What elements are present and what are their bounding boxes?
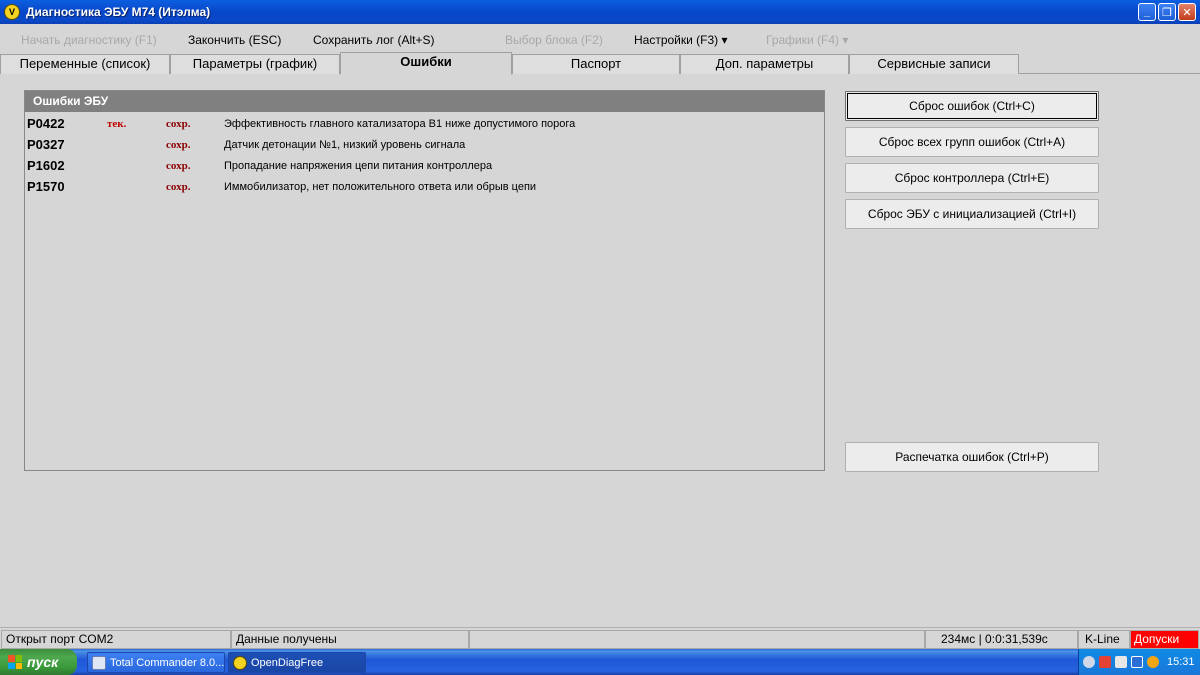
minimize-button[interactable]: _ (1138, 3, 1156, 21)
error-row[interactable]: P0327 сохр. Датчик детонации №1, низкий … (25, 134, 824, 155)
menu-graphs[interactable]: Графики (F4) ▾ (766, 33, 848, 47)
error-code: P1602 (27, 158, 65, 173)
title-bar: V Диагностика ЭБУ М74 (Итэлма) _ ❐ ✕ (0, 0, 1200, 24)
update-icon[interactable] (1147, 656, 1159, 668)
reset-errors-button[interactable]: Сброс ошибок (Ctrl+C) (845, 91, 1099, 121)
menu-finish[interactable]: Закончить (ESC) (188, 33, 281, 47)
windows-logo-icon (8, 655, 22, 669)
status-data: Данные получены (231, 630, 469, 649)
start-label: пуск (27, 654, 59, 670)
error-row[interactable]: P1602 сохр. Пропадание напряжения цепи п… (25, 155, 824, 176)
error-code: P1570 (27, 179, 65, 194)
app-icon: V (4, 4, 20, 20)
menu-select-block[interactable]: Выбор блока (F2) (505, 33, 603, 47)
error-saved-flag: сохр. (166, 181, 191, 193)
taskbar: пуск Total Commander 8.0... OpenDiagFree… (0, 649, 1200, 675)
window-controls: _ ❐ ✕ (1138, 3, 1196, 21)
reset-ecu-init-button[interactable]: Сброс ЭБУ с инициализацией (Ctrl+I) (845, 199, 1099, 229)
tab-variables-list[interactable]: Переменные (список) (0, 54, 170, 74)
error-saved-flag: сохр. (166, 139, 191, 151)
tab-errors[interactable]: Ошибки (340, 52, 512, 75)
errors-panel: Ошибки ЭБУ P0422 тек. сохр. Эффективност… (24, 90, 825, 471)
tab-service-records[interactable]: Сервисные записи (849, 54, 1019, 74)
error-description: Пропадание напряжения цепи питания контр… (224, 160, 493, 172)
status-interface: K-Line (1078, 630, 1130, 649)
tab-extra-parameters[interactable]: Доп. параметры (680, 54, 849, 74)
menu-save-log[interactable]: Сохранить лог (Alt+S) (313, 33, 435, 47)
status-bar: Открыт порт COM2 Данные получены 234мс |… (0, 627, 1200, 649)
taskbar-item-label: Total Commander 8.0... (110, 656, 225, 669)
error-saved-flag: сохр. (166, 160, 191, 172)
error-saved-flag: сохр. (166, 118, 191, 130)
close-button[interactable]: ✕ (1178, 3, 1196, 21)
reset-all-groups-button[interactable]: Сброс всех групп ошибок (Ctrl+A) (845, 127, 1099, 157)
error-code: P0422 (27, 116, 65, 131)
print-errors-button[interactable]: Распечатка ошибок (Ctrl+P) (845, 442, 1099, 472)
status-tolerances[interactable]: Допуски (1130, 630, 1199, 649)
expand-tray-icon[interactable] (1083, 656, 1095, 668)
taskbar-item-label: OpenDiagFree (251, 656, 324, 669)
status-port: Открыт порт COM2 (1, 630, 231, 649)
start-button[interactable]: пуск (0, 649, 77, 675)
error-description: Датчик детонации №1, низкий уровень сигн… (224, 139, 466, 151)
tab-strip: Переменные (список) Параметры (график) О… (0, 52, 1200, 75)
menu-start-diagnostics[interactable]: Начать диагностику (F1) (21, 33, 157, 47)
tab-parameters-graph[interactable]: Параметры (график) (170, 54, 340, 74)
error-description: Эффективность главного катализатора В1 н… (224, 118, 576, 130)
battery-icon[interactable] (1115, 656, 1127, 668)
errors-panel-title: Ошибки ЭБУ (25, 91, 824, 112)
opendiag-icon (233, 655, 247, 670)
status-empty (469, 630, 925, 649)
menu-bar: Начать диагностику (F1) Закончить (ESC) … (0, 24, 1200, 52)
clock[interactable]: 15:31 (1167, 656, 1195, 668)
window-title: Диагностика ЭБУ М74 (Итэлма) (26, 5, 211, 19)
taskbar-item-total-commander[interactable]: Total Commander 8.0... (87, 652, 225, 673)
taskbar-item-opendiag[interactable]: OpenDiagFree (228, 652, 366, 673)
tab-passport[interactable]: Паспорт (512, 54, 680, 74)
system-tray: 15:31 (1078, 649, 1200, 675)
total-commander-icon (92, 655, 106, 670)
security-icon[interactable] (1131, 656, 1143, 668)
error-description: Иммобилизатор, нет положительного ответа… (224, 181, 537, 193)
menu-settings[interactable]: Настройки (F3) ▾ (634, 33, 728, 47)
network-icon[interactable] (1099, 656, 1111, 668)
error-row[interactable]: P0422 тек. сохр. Эффективность главного … (25, 113, 824, 134)
error-row[interactable]: P1570 сохр. Иммобилизатор, нет положител… (25, 176, 824, 197)
error-current-flag: тек. (107, 118, 127, 130)
reset-controller-button[interactable]: Сброс контроллера (Ctrl+E) (845, 163, 1099, 193)
restore-button[interactable]: ❐ (1158, 3, 1176, 21)
status-timing: 234мс | 0:0:31,539с (925, 630, 1078, 649)
error-code: P0327 (27, 137, 65, 152)
